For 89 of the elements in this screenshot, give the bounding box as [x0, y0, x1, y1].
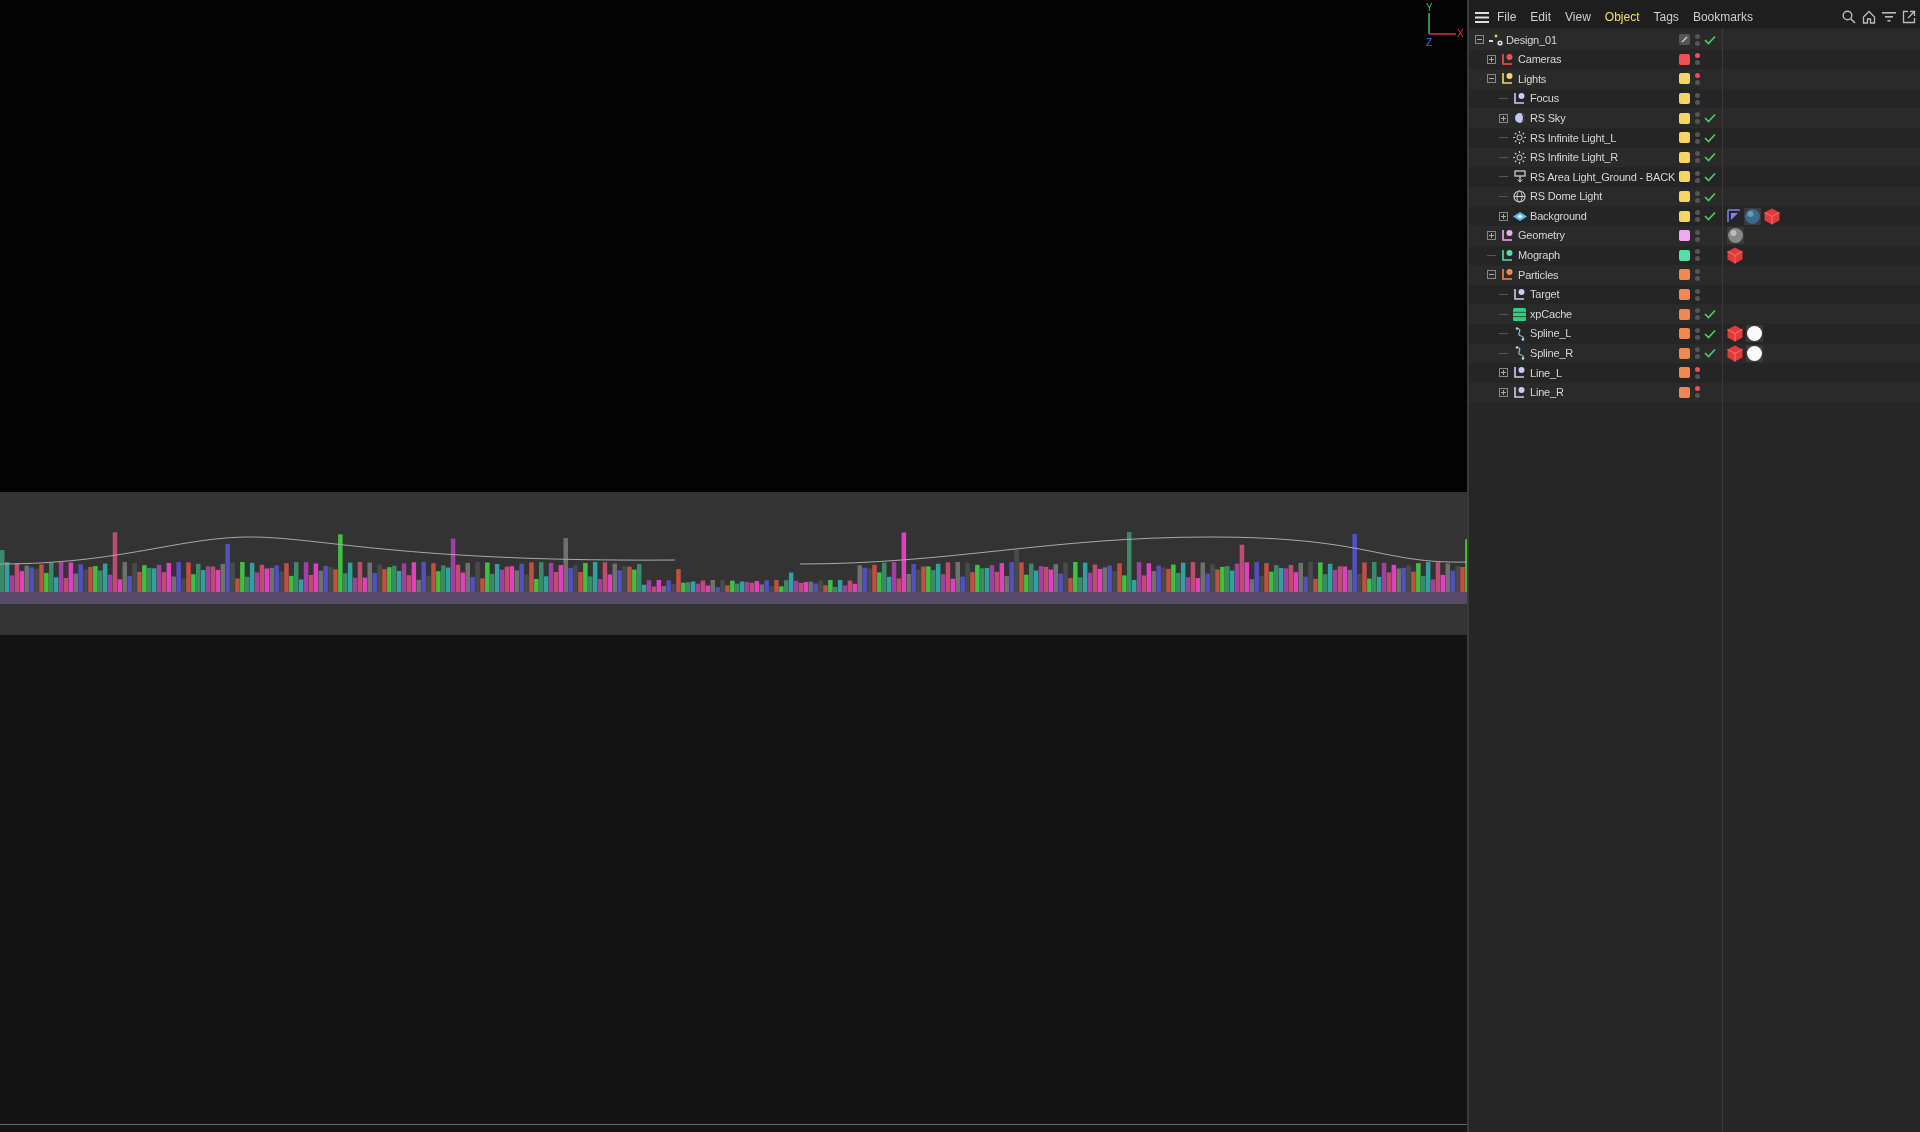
- sky-icon: [1513, 112, 1526, 125]
- object-name[interactable]: RS Infinite Light_L: [1530, 129, 1679, 146]
- expand-toggle-icon[interactable]: [1499, 368, 1508, 378]
- collapse-toggle-icon[interactable]: [1487, 270, 1496, 280]
- cube-tag-icon[interactable]: [1727, 246, 1743, 264]
- layer-color-swatch[interactable]: [1679, 289, 1690, 300]
- display-tag-icon[interactable]: [1727, 209, 1741, 224]
- home-icon[interactable]: [1862, 10, 1876, 24]
- null-object-icon: [1513, 386, 1526, 399]
- y-axis-label: Y: [1426, 3, 1433, 13]
- spline-icon: [1513, 346, 1526, 361]
- object-name[interactable]: Mograph: [1518, 247, 1679, 264]
- object-name[interactable]: Background: [1530, 207, 1679, 225]
- object-name[interactable]: Spline_L: [1530, 325, 1679, 342]
- null-object-icon: [1513, 288, 1526, 301]
- new-window-icon[interactable]: [1902, 10, 1916, 24]
- enabled-check-icon[interactable]: [1704, 113, 1716, 124]
- layer-swatch[interactable]: [1679, 34, 1690, 46]
- enabled-check-icon[interactable]: [1704, 132, 1716, 143]
- sun-icon: [1513, 150, 1526, 164]
- layer-color-swatch[interactable]: [1679, 112, 1690, 124]
- menu-item[interactable]: Bookmarks: [1692, 8, 1753, 26]
- cache-icon: [1513, 307, 1526, 321]
- menu-item[interactable]: Tags: [1653, 8, 1679, 26]
- area-light-icon: [1513, 170, 1526, 184]
- object-name[interactable]: Focus: [1530, 90, 1679, 107]
- layer-color-swatch[interactable]: [1679, 171, 1690, 183]
- layer-color-swatch[interactable]: [1679, 367, 1690, 379]
- enabled-check-icon[interactable]: [1704, 328, 1716, 339]
- null-object-icon: [1501, 229, 1514, 243]
- axis-lines-drawing: [1428, 13, 1456, 35]
- layer-color-swatch[interactable]: [1679, 73, 1690, 85]
- enabled-check-icon[interactable]: [1704, 191, 1716, 202]
- expand-toggle-icon[interactable]: [1487, 54, 1496, 64]
- menu-item[interactable]: Object: [1604, 8, 1640, 26]
- cube-tag-icon[interactable]: [1727, 325, 1743, 343]
- object-name[interactable]: Target: [1530, 286, 1679, 303]
- layer-color-swatch[interactable]: [1679, 191, 1690, 203]
- z-axis-label: Z: [1426, 38, 1433, 48]
- null-object-icon: [1501, 72, 1514, 86]
- material-tag-icon[interactable]: [1727, 227, 1744, 245]
- expand-toggle-icon[interactable]: [1499, 113, 1508, 123]
- null-object-icon: [1501, 248, 1514, 262]
- enabled-check-icon[interactable]: [1704, 348, 1716, 359]
- material-tag-icon[interactable]: [1746, 325, 1763, 343]
- cube-tag-icon[interactable]: [1764, 207, 1780, 225]
- menu-item[interactable]: Edit: [1530, 8, 1552, 26]
- object-name[interactable]: Cameras: [1518, 51, 1679, 68]
- enabled-check-icon[interactable]: [1704, 309, 1716, 320]
- layer-color-swatch[interactable]: [1679, 347, 1690, 359]
- null-object-icon: [1513, 92, 1526, 106]
- layer-color-swatch[interactable]: [1679, 53, 1690, 65]
- menu-icon[interactable]: [1475, 11, 1489, 23]
- layer-color-swatch[interactable]: [1679, 387, 1690, 398]
- sun-icon: [1513, 131, 1526, 145]
- object-name[interactable]: Line_L: [1530, 364, 1679, 382]
- enabled-check-icon[interactable]: [1704, 152, 1716, 163]
- menu-item[interactable]: View: [1565, 8, 1591, 26]
- collapse-toggle-icon[interactable]: [1487, 74, 1496, 84]
- enabled-check-icon[interactable]: [1704, 211, 1716, 222]
- enabled-check-icon[interactable]: [1704, 34, 1716, 45]
- null-object-icon: [1501, 52, 1514, 66]
- x-axis-label: X: [1457, 29, 1464, 39]
- enabled-check-icon[interactable]: [1704, 171, 1716, 182]
- expand-toggle-icon[interactable]: [1499, 388, 1508, 397]
- layer-color-swatch[interactable]: [1679, 269, 1690, 281]
- globe-icon: [1513, 190, 1526, 204]
- layer-color-swatch[interactable]: [1679, 308, 1690, 320]
- layer-color-swatch[interactable]: [1679, 249, 1690, 261]
- layer-color-swatch[interactable]: [1679, 132, 1690, 144]
- object-name[interactable]: RS Area Light_Ground - BACK: [1530, 168, 1679, 186]
- null-object-icon: [1501, 268, 1514, 282]
- expand-toggle-icon[interactable]: [1487, 231, 1496, 241]
- cube-tag-icon[interactable]: [1727, 344, 1743, 362]
- layer-color-swatch[interactable]: [1679, 230, 1690, 242]
- collapse-toggle-icon[interactable]: [1475, 35, 1484, 45]
- menu-item[interactable]: File: [1497, 8, 1517, 26]
- spline-icon: [1513, 326, 1526, 341]
- material-tag-icon[interactable]: [1746, 344, 1763, 362]
- background-icon: [1512, 211, 1527, 221]
- null-object-icon: [1513, 366, 1526, 380]
- filter-icon[interactable]: [1882, 11, 1896, 23]
- expand-toggle-icon[interactable]: [1499, 211, 1508, 221]
- layer-color-swatch[interactable]: [1679, 328, 1690, 340]
- layer-color-swatch[interactable]: [1679, 210, 1690, 222]
- layer-color-swatch[interactable]: [1679, 151, 1690, 163]
- scene-icon: [1488, 33, 1503, 46]
- layer-color-swatch[interactable]: [1679, 93, 1690, 105]
- search-icon[interactable]: [1842, 10, 1856, 24]
